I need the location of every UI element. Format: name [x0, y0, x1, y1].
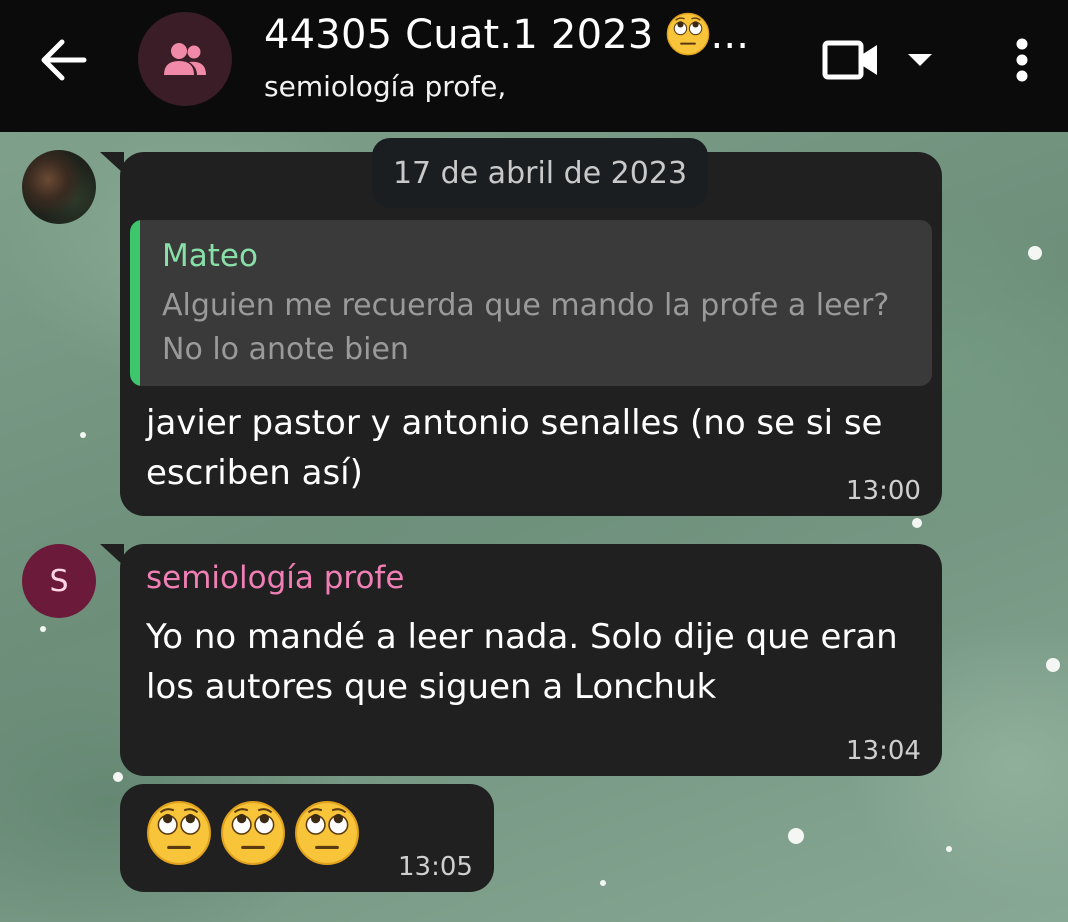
sender-avatar-photo[interactable]: [22, 150, 96, 224]
message-time: 13:05: [398, 852, 473, 882]
wallpaper-star: [40, 626, 46, 632]
rolling-eyes-emoji-icon: [666, 12, 710, 56]
message-text: javier pastor y antonio senalles (no se …: [146, 403, 883, 493]
chat-subtitle: semiología profe,: [264, 70, 507, 103]
sender-name[interactable]: semiología profe: [146, 560, 404, 596]
caret-down-icon: [908, 54, 932, 66]
reply-accent-bar: [130, 220, 140, 386]
back-button[interactable]: [36, 34, 92, 86]
rolling-eyes-emoji-icon: [220, 800, 286, 866]
wallpaper-star: [946, 846, 952, 852]
rolling-eyes-emoji-icon: [146, 800, 212, 866]
wallpaper-star: [80, 432, 86, 438]
arrow-left-icon: [41, 39, 87, 81]
chat-title-ellipsis: ...: [710, 12, 750, 58]
reply-sender-name: Mateo: [162, 238, 258, 274]
message-time: 13:00: [846, 476, 921, 506]
video-call-button[interactable]: [822, 34, 942, 86]
group-icon: [164, 43, 206, 75]
wallpaper-star: [600, 880, 606, 886]
sender-avatar-initial[interactable]: S: [22, 544, 96, 618]
chat-title-text: 44305 Cuat.1 2023: [264, 12, 654, 58]
wallpaper-star: [788, 828, 804, 844]
chat-title[interactable]: 44305 Cuat.1 2023 ...: [264, 12, 749, 58]
rolling-eyes-emoji-icon: [294, 800, 360, 866]
message-time: 13:04: [846, 736, 921, 766]
group-avatar[interactable]: [138, 12, 232, 106]
emoji-message: [146, 800, 360, 866]
wallpaper-star: [1028, 246, 1042, 260]
more-options-button[interactable]: [1002, 34, 1042, 86]
more-vert-icon: [1016, 38, 1028, 82]
wallpaper-star: [912, 518, 922, 528]
wallpaper-star: [113, 772, 123, 782]
reply-message-text: Alguien me recuerda que mando la profe a…: [162, 288, 890, 367]
date-separator: 17 de abril de 2023: [372, 138, 708, 208]
message-text: Yo no mandé a leer nada. Solo dije que e…: [146, 617, 898, 707]
wallpaper-star: [1046, 658, 1060, 672]
reply-quote[interactable]: Mateo Alguien me recuerda que mando la p…: [130, 220, 932, 386]
chat-header: 44305 Cuat.1 2023 ... semiología profe,: [0, 0, 1068, 132]
video-camera-icon: [822, 40, 877, 80]
